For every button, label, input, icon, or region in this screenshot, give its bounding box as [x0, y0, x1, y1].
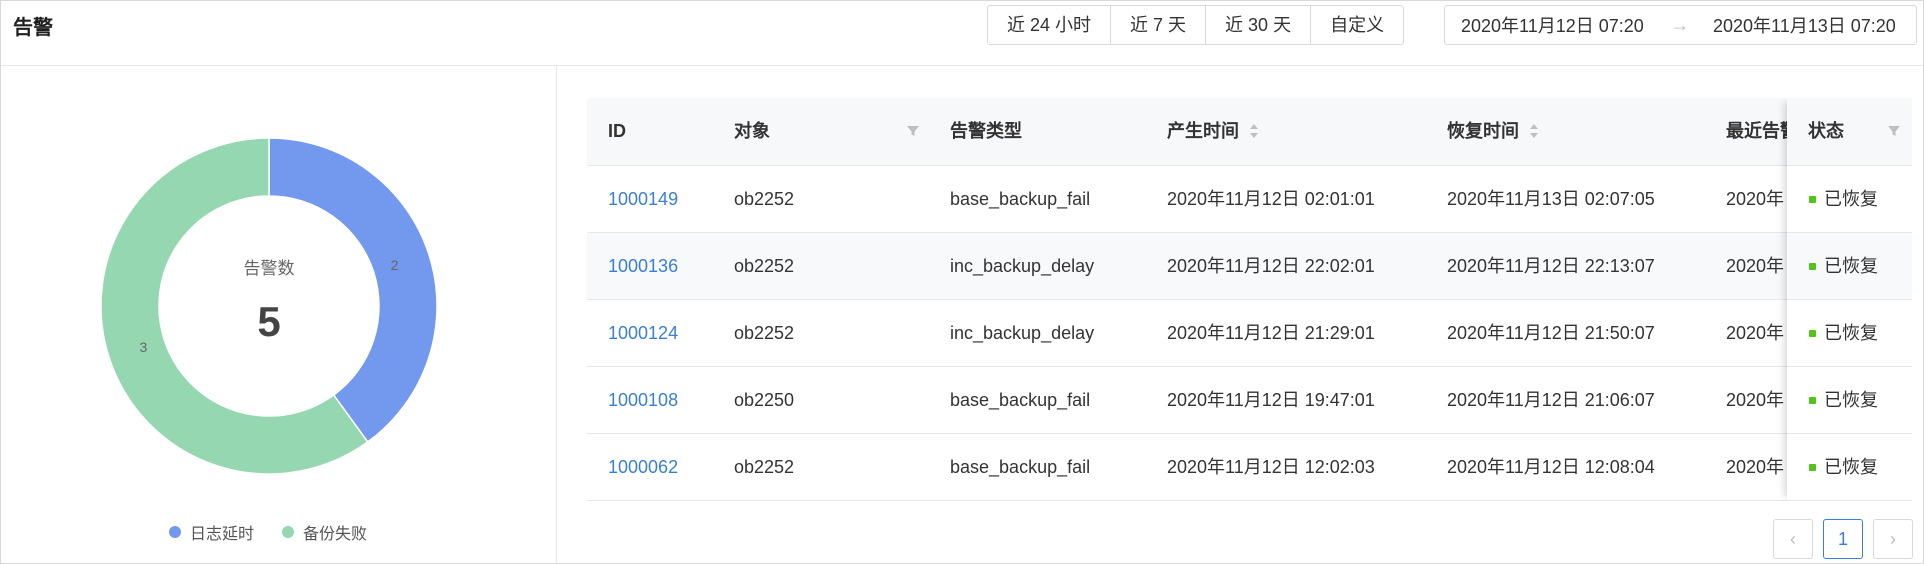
- alarm-id-link[interactable]: 1000062: [608, 434, 678, 500]
- chart-panel: 2 3 告警数 5 日志延时 备份失败: [1, 66, 557, 563]
- col-header-alarm-type: 告警类型: [950, 121, 1022, 141]
- panel-header: 告警 近 24 小时 近 7 天 近 30 天 自定义 →: [1, 1, 1923, 66]
- alarm-recent-time: 2020年: [1726, 390, 1785, 410]
- date-arrow-icon: →: [1671, 14, 1689, 35]
- legend-dot-backup-fail: [282, 526, 295, 538]
- range-30d-button[interactable]: 近 30 天: [1206, 6, 1312, 44]
- col-header-recent-alarm: 最近告警: [1726, 121, 1787, 141]
- alarm-recent-time: 2020年: [1726, 189, 1785, 209]
- range-24h-button[interactable]: 近 24 小时: [988, 6, 1112, 44]
- alarm-type: base_backup_fail: [950, 390, 1091, 410]
- alarm-created-time: 2020年11月12日 02:01:01: [1167, 189, 1375, 209]
- end-date-input[interactable]: [1697, 13, 1915, 37]
- alarm-id-link[interactable]: 1000149: [608, 166, 678, 232]
- date-range-picker[interactable]: →: [1444, 5, 1917, 45]
- alarm-panel: 告警 近 24 小时 近 7 天 近 30 天 自定义 → 2 3 告警数 5 日…: [0, 0, 1924, 564]
- alarm-recent-time: 2020年: [1726, 457, 1785, 477]
- range-7d-button[interactable]: 近 7 天: [1111, 6, 1207, 44]
- col-header-id: ID: [608, 121, 626, 141]
- alarm-recovered-time: 2020年11月12日 21:06:07: [1447, 390, 1655, 410]
- status-ok-icon: [1809, 464, 1816, 471]
- table-row[interactable]: 1000136 ob2252 inc_backup_delay 2020年11月…: [587, 233, 1912, 300]
- pagination: ‹ 1 ›: [1773, 519, 1913, 559]
- alarm-recovered-time: 2020年11月12日 21:50:07: [1447, 323, 1655, 343]
- alarm-type: inc_backup_delay: [950, 256, 1095, 276]
- status-ok-icon: [1809, 330, 1816, 337]
- table-row[interactable]: 1000108 ob2250 base_backup_fail 2020年11月…: [587, 367, 1912, 434]
- donut-slice-label-backup-fail: 3: [140, 339, 148, 355]
- alarm-object: ob2250: [734, 390, 795, 410]
- status-ok-icon: [1809, 196, 1816, 203]
- alarm-created-time: 2020年11月12日 12:02:03: [1167, 457, 1375, 477]
- status-text: 已恢复: [1824, 189, 1878, 209]
- alarm-created-time: 2020年11月12日 19:47:01: [1167, 390, 1375, 410]
- sort-icon[interactable]: [1249, 122, 1259, 140]
- col-header-created-time: 产生时间: [1167, 121, 1239, 141]
- alarm-type: base_backup_fail: [950, 189, 1091, 209]
- alarm-object: ob2252: [734, 457, 795, 477]
- status-cell: 已恢复: [1787, 233, 1912, 300]
- chart-legend: 日志延时 备份失败: [169, 520, 367, 544]
- prev-page-button[interactable]: ‹: [1773, 519, 1813, 559]
- alarm-type: base_backup_fail: [950, 457, 1091, 477]
- table-row[interactable]: 1000149 ob2252 base_backup_fail 2020年11月…: [587, 166, 1912, 233]
- status-text: 已恢复: [1824, 323, 1878, 343]
- alarm-created-time: 2020年11月12日 21:29:01: [1167, 323, 1375, 343]
- col-header-object: 对象: [734, 121, 770, 141]
- alarm-recent-time: 2020年: [1726, 256, 1785, 276]
- start-date-input[interactable]: [1445, 13, 1663, 37]
- alarm-recovered-time: 2020年11月12日 22:13:07: [1447, 256, 1655, 276]
- table-header: ID 对象 告警类型 产生时间 恢复时间 最近告警: [587, 98, 1912, 166]
- alarm-created-time: 2020年11月12日 22:02:01: [1167, 256, 1375, 276]
- time-range-group: 近 24 小时 近 7 天 近 30 天 自定义: [987, 5, 1405, 45]
- status-cell: 已恢复: [1787, 367, 1912, 434]
- legend-dot-log-delay: [169, 526, 181, 538]
- panel-title: 告警: [13, 17, 53, 39]
- alarm-recovered-time: 2020年11月12日 12:08:04: [1447, 457, 1655, 477]
- donut-slice-log-delay[interactable]: [268, 137, 438, 443]
- alarm-object: ob2252: [734, 256, 795, 276]
- status-cell: 已恢复: [1787, 166, 1912, 233]
- filter-icon[interactable]: [906, 124, 920, 138]
- alarm-object: ob2252: [734, 189, 795, 209]
- legend-item-backup-fail[interactable]: 备份失败: [282, 520, 367, 544]
- status-cell: 已恢复: [1787, 300, 1912, 367]
- next-page-button[interactable]: ›: [1873, 519, 1913, 559]
- alarm-object: ob2252: [734, 323, 795, 343]
- col-header-status-cell: 状态: [1787, 98, 1912, 166]
- alarm-id-link[interactable]: 1000136: [608, 233, 678, 299]
- status-ok-icon: [1809, 397, 1816, 404]
- alarm-id-link[interactable]: 1000124: [608, 300, 678, 366]
- alarm-table: ID 对象 告警类型 产生时间 恢复时间 最近告警 1000149 ob2252…: [587, 98, 1912, 501]
- range-custom-button[interactable]: 自定义: [1311, 6, 1404, 44]
- status-cell: 已恢复: [1787, 434, 1912, 501]
- status-text: 已恢复: [1824, 457, 1878, 477]
- filter-icon[interactable]: [1887, 124, 1901, 138]
- legend-label-backup-fail: 备份失败: [303, 526, 368, 543]
- alarm-type: inc_backup_delay: [950, 323, 1095, 343]
- alarm-recent-time: 2020年: [1726, 323, 1785, 343]
- status-ok-icon: [1809, 263, 1816, 270]
- donut-slice-label-log-delay: 2: [391, 257, 399, 273]
- table-row[interactable]: 1000062 ob2252 base_backup_fail 2020年11月…: [587, 434, 1912, 501]
- col-header-status: 状态: [1808, 121, 1844, 141]
- legend-label-log-delay: 日志延时: [190, 526, 255, 543]
- donut-center-label: 告警数: [243, 259, 295, 278]
- status-column-fixed: 状态 已恢复 已恢复 已恢复 已恢复 已恢复: [1787, 98, 1912, 501]
- donut-center-value: 5: [257, 298, 281, 345]
- col-header-recovered-time: 恢复时间: [1447, 121, 1519, 141]
- alarm-recovered-time: 2020年11月13日 02:07:05: [1447, 189, 1655, 209]
- page-1-button[interactable]: 1: [1823, 519, 1863, 559]
- legend-item-log-delay[interactable]: 日志延时: [169, 520, 254, 544]
- sort-icon[interactable]: [1529, 122, 1539, 140]
- alarm-id-link[interactable]: 1000108: [608, 367, 678, 433]
- table-row[interactable]: 1000124 ob2252 inc_backup_delay 2020年11月…: [587, 300, 1912, 367]
- status-text: 已恢复: [1824, 390, 1878, 410]
- status-text: 已恢复: [1824, 256, 1878, 276]
